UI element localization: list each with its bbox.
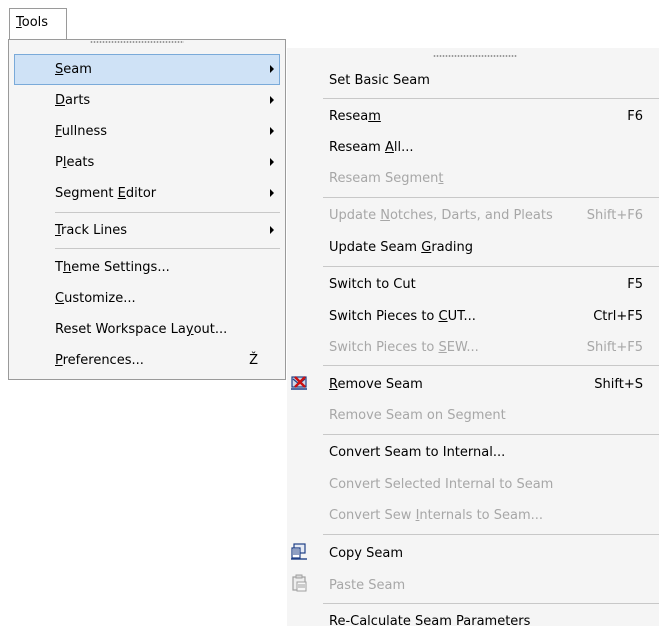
- seam-item-switch-pieces-to-sew[interactable]: Switch Pieces to SEW... Shift+F5: [329, 332, 659, 363]
- menu-separator: [323, 197, 659, 198]
- seam-item-convert-selected-internal[interactable]: Convert Selected Internal to Seam: [329, 469, 659, 500]
- seam-item-label: Reseam All...: [329, 140, 414, 155]
- seam-item-recalculate-seam-parameters[interactable]: Re-Calculate Seam Parameters: [329, 606, 659, 637]
- tools-menu-item-track-lines[interactable]: Track Lines: [14, 215, 280, 246]
- seam-item-convert-seam-to-internal[interactable]: Convert Seam to Internal...: [329, 437, 659, 468]
- tools-menu-item-label: Preferences...: [55, 353, 144, 368]
- seam-item-label: Update Seam Grading: [329, 240, 473, 255]
- menu-separator: [55, 248, 280, 249]
- seam-item-remove-seam-on-segment[interactable]: Remove Seam on Segment: [329, 400, 659, 431]
- paste-seam-icon: [292, 574, 307, 592]
- seam-item-shortcut: Shift+S: [594, 377, 643, 392]
- tools-menu-item-customize[interactable]: Customize...: [14, 283, 280, 314]
- submenu-arrow-icon: [270, 127, 274, 135]
- seam-submenu: Set Basic Seam Reseam F6 Reseam All... R…: [287, 48, 659, 629]
- menu-separator: [323, 434, 659, 435]
- seam-item-reseam[interactable]: Reseam F6: [329, 101, 659, 132]
- submenu-arrow-icon: [270, 189, 274, 197]
- tools-menu: Seam Darts Fullness Pleats Segment Edito…: [8, 39, 286, 380]
- submenu-arrow-icon: [270, 96, 274, 104]
- tools-menu-item-seam[interactable]: Seam: [14, 54, 280, 85]
- seam-item-label: Convert Seam to Internal...: [329, 445, 506, 460]
- tools-menu-item-label: Track Lines: [55, 223, 128, 238]
- tools-menu-item-label: Darts: [55, 93, 91, 108]
- seam-item-label: Switch to Cut: [329, 277, 416, 292]
- tools-menu-item-label: Fullness: [55, 124, 108, 139]
- seam-item-shortcut: Shift+F6: [586, 208, 643, 223]
- seam-item-remove-seam[interactable]: Remove Seam Shift+S: [329, 369, 659, 400]
- tools-menu-item-shortcut: Ž: [249, 353, 258, 368]
- tools-menu-item-preferences[interactable]: Preferences... Ž: [14, 345, 280, 376]
- seam-item-label: Convert Sew Internals to Seam...: [329, 508, 544, 523]
- submenu-arrow-icon: [270, 226, 274, 234]
- tools-menu-item-fullness[interactable]: Fullness: [14, 116, 280, 147]
- seam-item-convert-sew-internals[interactable]: Convert Sew Internals to Seam...: [329, 500, 659, 531]
- seam-item-label: Switch Pieces to SEW...: [329, 340, 479, 355]
- icon-column: [287, 48, 317, 626]
- seam-item-shortcut: Shift+F5: [586, 340, 643, 355]
- tools-menu-item-segment-editor[interactable]: Segment Editor: [14, 178, 280, 209]
- tools-menu-item-label: Pleats: [55, 155, 95, 170]
- seam-item-shortcut: F6: [627, 109, 643, 124]
- tools-menu-item-reset-workspace[interactable]: Reset Workspace Layout...: [14, 314, 280, 345]
- seam-submenu-grip[interactable]: [433, 55, 517, 57]
- seam-item-switch-pieces-to-cut[interactable]: Switch Pieces to CUT... Ctrl+F5: [329, 301, 659, 332]
- tools-menu-item-pleats[interactable]: Pleats: [14, 147, 280, 178]
- seam-item-update-seam-grading[interactable]: Update Seam Grading: [329, 232, 659, 263]
- seam-item-reseam-segment[interactable]: Reseam Segment: [329, 163, 659, 194]
- submenu-arrow-icon: [270, 158, 274, 166]
- tools-menu-item-label: Customize...: [55, 291, 136, 306]
- menubar-tools[interactable]: Tools: [9, 8, 67, 39]
- tools-menu-item-label: Reset Workspace Layout...: [55, 322, 228, 337]
- seam-item-update-notches[interactable]: Update Notches, Darts, and Pleats Shift+…: [329, 200, 659, 231]
- menu-separator: [323, 534, 659, 535]
- seam-item-label: Reseam Segment: [329, 171, 444, 186]
- seam-item-label: Convert Selected Internal to Seam: [329, 477, 554, 492]
- seam-item-label: Copy Seam: [329, 546, 403, 561]
- tools-menu-item-label: Seam: [55, 62, 92, 77]
- seam-item-paste-seam[interactable]: Paste Seam: [329, 570, 659, 601]
- menu-separator: [323, 266, 659, 267]
- menu-separator: [323, 98, 659, 99]
- copy-seam-icon: [291, 543, 307, 560]
- tools-menu-item-theme-settings[interactable]: Theme Settings...: [14, 252, 280, 283]
- seam-item-label: Re-Calculate Seam Parameters: [329, 614, 531, 629]
- seam-item-label: Reseam: [329, 109, 381, 124]
- seam-item-label: Paste Seam: [329, 578, 406, 593]
- submenu-arrow-icon: [270, 65, 274, 73]
- seam-item-copy-seam[interactable]: Copy Seam: [329, 538, 659, 569]
- seam-item-shortcut: Ctrl+F5: [593, 309, 643, 324]
- seam-item-set-basic-seam[interactable]: Set Basic Seam: [329, 65, 659, 96]
- seam-item-label: Switch Pieces to CUT...: [329, 309, 476, 324]
- tools-menu-item-label: Segment Editor: [55, 186, 157, 201]
- seam-item-reseam-all[interactable]: Reseam All...: [329, 132, 659, 163]
- seam-item-switch-to-cut[interactable]: Switch to Cut F5: [329, 269, 659, 300]
- tools-menu-grip[interactable]: [90, 41, 184, 43]
- tools-menu-item-label: Theme Settings...: [55, 260, 170, 275]
- seam-item-label: Set Basic Seam: [329, 73, 430, 88]
- menubar-tools-label: Tools: [16, 15, 49, 30]
- seam-item-shortcut: F5: [627, 277, 643, 292]
- seam-item-label: Remove Seam on Segment: [329, 408, 506, 423]
- seam-item-label: Update Notches, Darts, and Pleats: [329, 208, 553, 223]
- menu-separator: [323, 365, 659, 366]
- tools-menu-item-darts[interactable]: Darts: [14, 85, 280, 116]
- seam-item-label: Remove Seam: [329, 377, 423, 392]
- remove-seam-icon: [291, 376, 307, 390]
- menu-separator: [55, 212, 280, 213]
- menu-separator: [323, 603, 659, 604]
